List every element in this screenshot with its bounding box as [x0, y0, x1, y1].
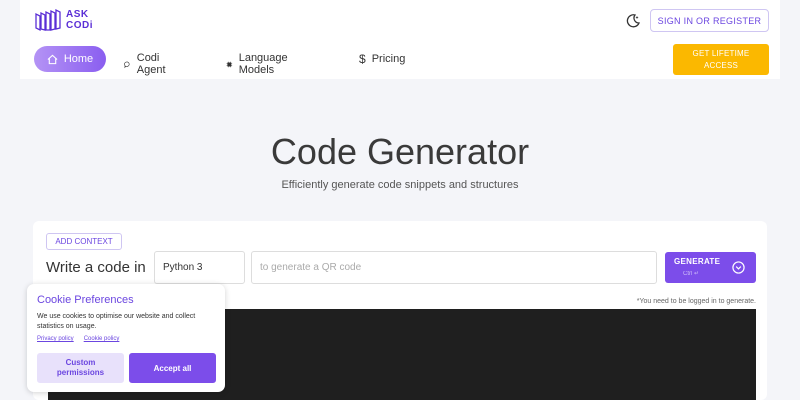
nav-item-home[interactable]: Home — [34, 46, 106, 72]
custom-line2: permissions — [56, 368, 105, 377]
page-subtitle: Efficiently generate code snippets and s… — [281, 179, 519, 191]
nav-item-codi-agent[interactable]: Codi Agent — [124, 52, 170, 76]
nav-item-label: Home — [63, 53, 94, 65]
logo-line1: ASK — [66, 9, 89, 20]
cookie-title: Cookie Preferences — [37, 294, 134, 306]
privacy-policy-link[interactable]: Privacy policy — [37, 336, 74, 342]
task-input[interactable]: to generate a QR code — [251, 251, 657, 284]
cookie-text: We use cookies to optimise our website a… — [37, 313, 196, 330]
dollar-icon: $ — [359, 52, 366, 66]
nav-item-label: Pricing — [371, 53, 406, 65]
nav-item-label: Codi Agent — [136, 52, 166, 76]
lifetime-access-button[interactable]: GET LIFETIME ACCESS — [673, 44, 769, 75]
generate-shortcut: Ctrl ↵ — [683, 271, 700, 277]
chevron-down-icon — [732, 261, 745, 274]
logo[interactable]: ASK CODi — [34, 8, 93, 32]
main-nav: Home Codi Agent Language Models $ Pricin… — [34, 46, 405, 76]
lifetime-line2: ACCESS — [703, 61, 739, 70]
generate-button[interactable]: GENERATE Ctrl ↵ — [665, 252, 756, 283]
add-context-button[interactable]: ADD CONTEXT — [46, 233, 122, 250]
home-icon — [47, 54, 58, 64]
cookie-policy-link[interactable]: Cookie policy — [84, 336, 120, 342]
nav-item-pricing[interactable]: $ Pricing — [359, 52, 405, 66]
logo-text: ASK CODi — [66, 9, 93, 31]
custom-permissions-button[interactable]: Custom permissions — [37, 353, 124, 383]
generate-label: GENERATE — [674, 257, 721, 266]
chip-icon — [226, 61, 233, 67]
cookie-links: Privacy policy Cookie policy — [37, 336, 119, 342]
custom-line1: Custom — [65, 358, 96, 367]
dark-mode-icon[interactable] — [625, 13, 641, 29]
lifetime-line1: GET LIFETIME — [692, 49, 750, 58]
page-title: Code Generator — [270, 131, 530, 172]
sign-in-button[interactable]: SIGN IN OR REGISTER — [650, 9, 769, 32]
language-select[interactable]: Python 3 — [154, 251, 245, 284]
logo-icon — [35, 8, 61, 32]
accept-all-button[interactable]: Accept all — [129, 353, 216, 383]
nav-item-language-models[interactable]: Language Models — [226, 52, 292, 76]
cookie-banner: Cookie Preferences We use cookies to opt… — [27, 284, 225, 392]
login-note: *You need to be logged in to generate. — [636, 298, 756, 305]
logo-line2: CODi — [66, 20, 93, 31]
chat-icon — [124, 61, 130, 68]
top-header: ASK CODi SIGN IN OR REGISTER Home Codi A… — [20, 0, 780, 79]
write-label: Write a code in — [46, 259, 146, 276]
nav-item-label: Language Models — [238, 52, 288, 76]
